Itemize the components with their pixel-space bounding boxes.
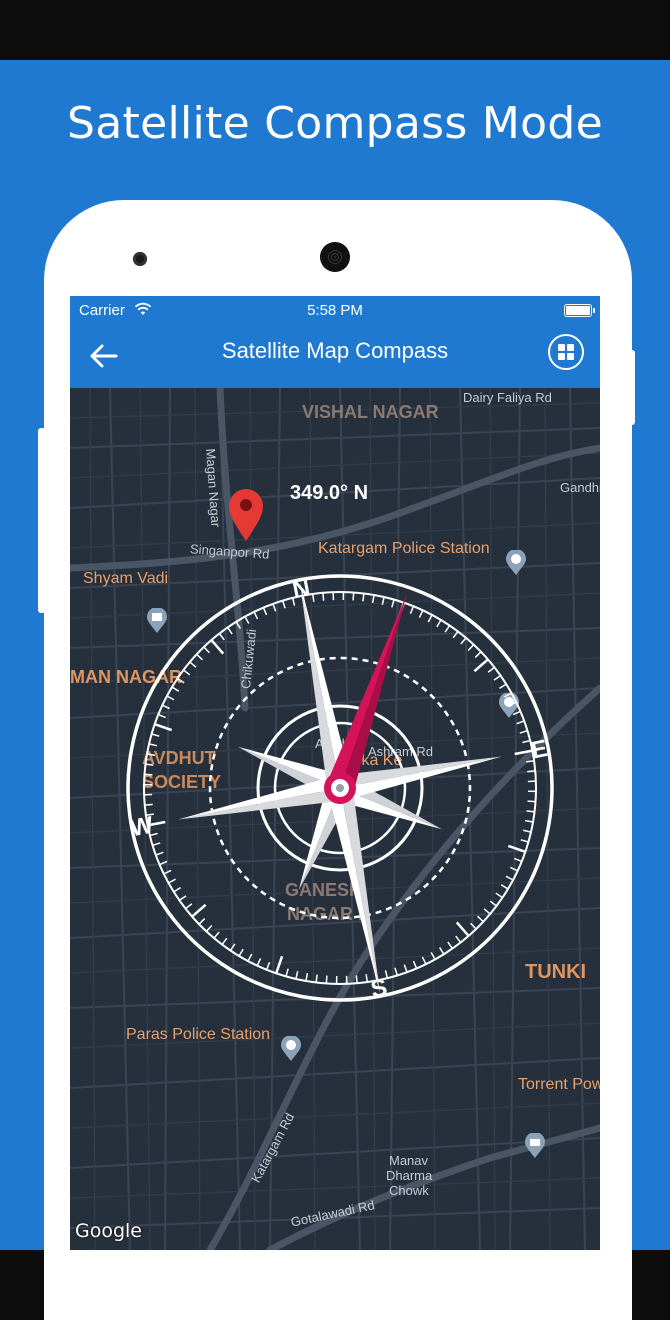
- map-label-gandhi: Gandhi: [560, 480, 600, 495]
- location-pin-icon[interactable]: [228, 488, 264, 542]
- status-bar: Carrier 5:58 PM: [70, 296, 600, 326]
- map-label-dharma: Dharma: [386, 1168, 433, 1183]
- app-screen: Carrier 5:58 PM Satellite Map Compass VI…: [70, 296, 600, 1250]
- phone-side-button: [38, 428, 46, 613]
- heading-readout: 349.0° N: [290, 482, 369, 504]
- map-label-vishal-nagar: VISHAL NAGAR: [302, 402, 439, 422]
- phone-power-button: [627, 350, 635, 425]
- bank-pin-icon: [525, 1133, 545, 1158]
- police-station-icon-2: [281, 1036, 301, 1061]
- map-label-katargam-police: Katargam Police Station: [318, 540, 490, 557]
- grid-icon: [558, 344, 565, 351]
- status-time: 5:58 PM: [307, 302, 363, 319]
- map-label-paras-police: Paras Police Station: [126, 1026, 271, 1043]
- google-attribution: Google: [75, 1220, 143, 1242]
- navbar-title: Satellite Map Compass: [221, 338, 449, 363]
- satellite-map[interactable]: VISHAL NAGAR Dairy Faliya Rd Magan Nagar…: [70, 388, 600, 1250]
- promo-headline: Satellite Compass Mode: [67, 98, 603, 149]
- map-label-torrent: Torrent Pow: [518, 1076, 600, 1093]
- map-label-manav: Manav: [389, 1153, 429, 1168]
- front-camera: [133, 252, 147, 266]
- app-navbar: Satellite Map Compass: [70, 326, 600, 388]
- compass-dial: N E S W: [126, 574, 554, 1004]
- battery-icon: [564, 304, 595, 317]
- compass-dir-w: W: [128, 812, 156, 843]
- map-label-chowk: Chowk: [389, 1183, 429, 1198]
- earpiece-speaker: [320, 242, 350, 272]
- grid-menu-button[interactable]: [548, 334, 584, 370]
- map-label-dairy-faliya: Dairy Faliya Rd: [463, 390, 552, 405]
